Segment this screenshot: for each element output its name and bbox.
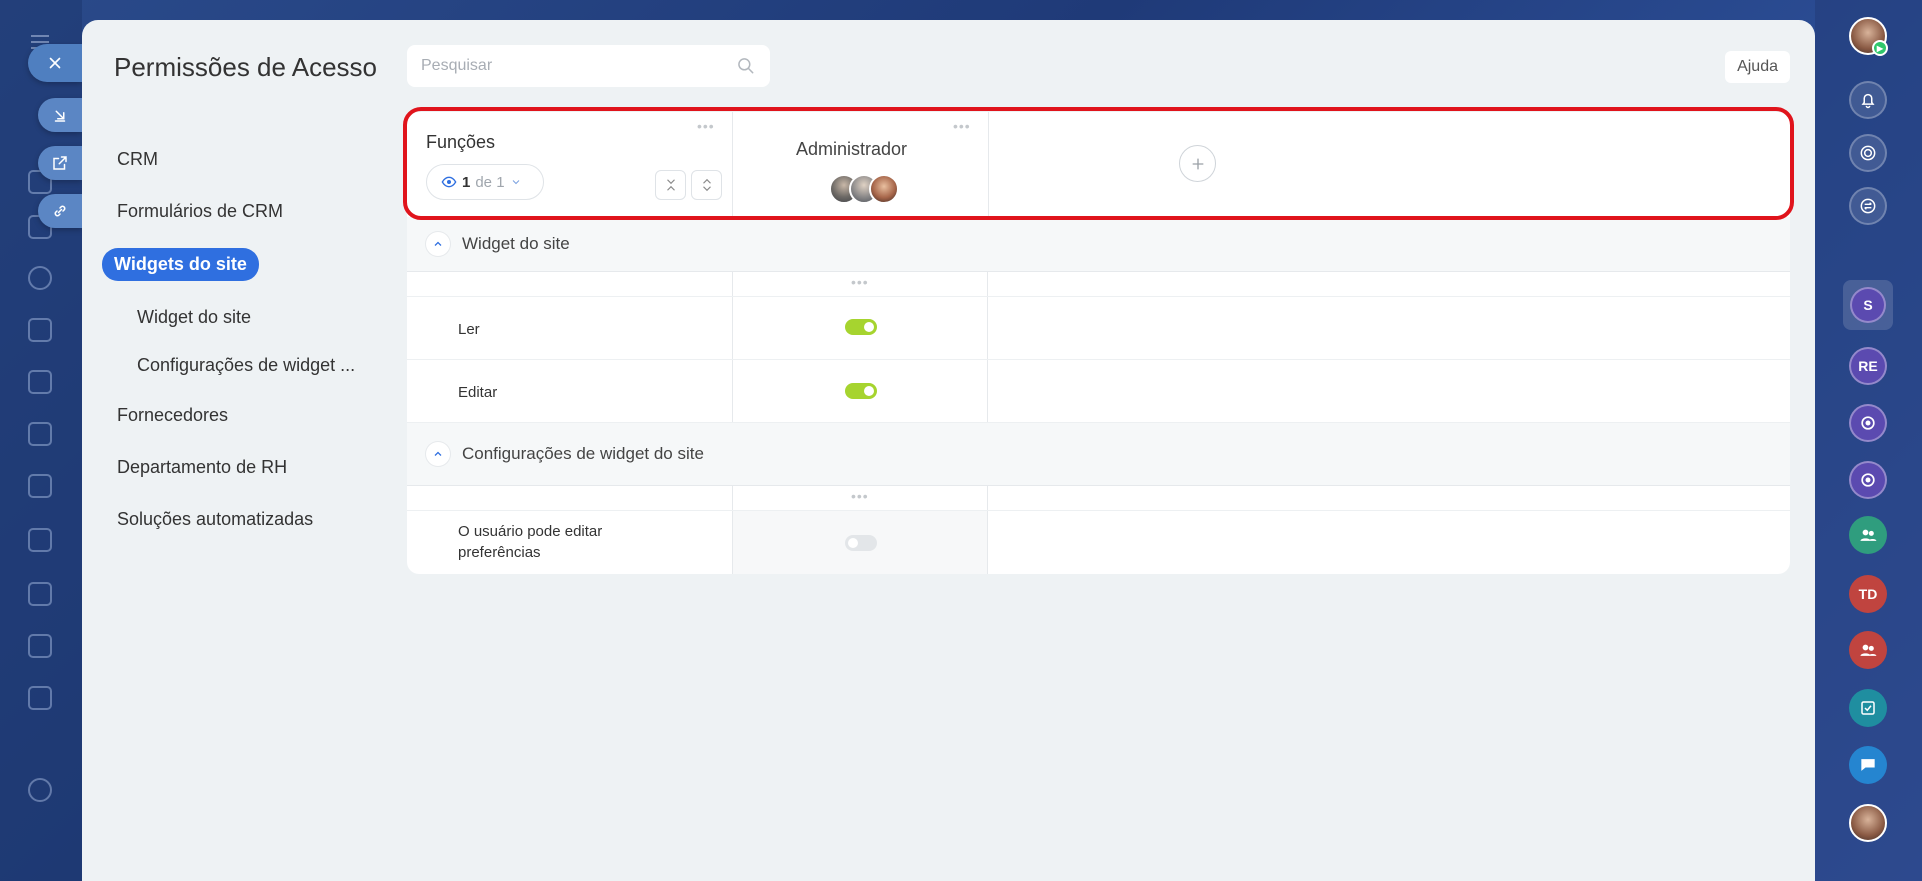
roles-visible-selector[interactable]: 1 de 1 xyxy=(426,164,544,200)
column-divider xyxy=(732,112,733,217)
plus-icon xyxy=(1192,158,1203,169)
chevron-up-icon[interactable] xyxy=(426,232,450,256)
avatar xyxy=(869,174,899,204)
visible-roles-count: 1 xyxy=(462,173,471,191)
chat-item-re[interactable]: RE xyxy=(1849,347,1887,385)
section-title: Configurações de widget do site xyxy=(462,444,704,463)
chat-icon[interactable] xyxy=(1849,746,1887,784)
role-menu-dots[interactable]: ••• xyxy=(953,118,971,134)
nav-item-automated-solutions[interactable]: Soluções automatizadas xyxy=(117,509,313,530)
permission-value-cell xyxy=(732,360,988,422)
help-button[interactable]: Ajuda xyxy=(1725,51,1790,83)
column-divider xyxy=(988,112,989,217)
section-title: Widget do site xyxy=(462,234,570,253)
online-status-icon: ▶ xyxy=(1872,40,1888,56)
roles-header-row: Funções ••• 1 de 1 Administrador ••• xyxy=(407,112,1790,217)
collapse-all-button[interactable] xyxy=(655,170,686,200)
section-row[interactable]: Configurações de widget do site xyxy=(407,423,1790,486)
minimize-slider-button[interactable] xyxy=(38,98,82,132)
robot-icon[interactable] xyxy=(28,474,52,498)
access-permissions-panel: Permissões de Acesso Ajuda CRM Formulári… xyxy=(82,20,1815,881)
nav-subitem-site-widget[interactable]: Widget do site xyxy=(137,307,251,328)
search-icon[interactable] xyxy=(736,56,756,76)
user-avatar[interactable]: ▶ xyxy=(1849,17,1888,56)
tasks-icon[interactable] xyxy=(1849,689,1887,727)
permission-label: O usuário pode editar preferências xyxy=(458,523,603,561)
chart-icon[interactable] xyxy=(28,422,52,446)
section-row[interactable]: Widget do site xyxy=(407,217,1790,272)
cart-icon[interactable] xyxy=(28,318,52,342)
sign-icon[interactable] xyxy=(28,634,52,658)
chat-initials: S xyxy=(1850,287,1886,323)
copy-link-button[interactable] xyxy=(38,194,82,228)
eye-icon xyxy=(441,176,457,188)
box-icon[interactable] xyxy=(28,528,52,552)
chat-initials: TD xyxy=(1858,586,1878,602)
store-icon[interactable] xyxy=(28,582,52,606)
nav-item-site-widgets[interactable]: Widgets do site xyxy=(102,248,259,281)
right-sidebar: ▶ S RE TD xyxy=(1815,0,1922,881)
table-row: O usuário pode editar preferências xyxy=(407,511,1790,574)
role-name-administrator[interactable]: Administrador xyxy=(796,139,907,160)
add-role-button[interactable] xyxy=(1179,145,1216,182)
permission-toggle[interactable] xyxy=(845,535,877,551)
role-members-avatars[interactable] xyxy=(829,174,899,204)
permission-cell: Ler xyxy=(407,297,732,359)
roles-header-label: Funções xyxy=(426,132,496,152)
permission-toggle[interactable] xyxy=(845,319,877,335)
target-icon[interactable] xyxy=(28,266,52,290)
page-title: Permissões de Acesso xyxy=(114,52,378,82)
table-row: Ler xyxy=(407,297,1790,360)
column-cell: ••• xyxy=(732,272,988,296)
column-cell: ••• xyxy=(732,486,988,510)
permission-label: Editar xyxy=(458,384,498,401)
close-slider-button[interactable] xyxy=(28,44,82,82)
column-menu-row: ••• xyxy=(407,272,1790,297)
permission-toggle[interactable] xyxy=(845,383,877,399)
expand-icon xyxy=(702,178,711,192)
target-icon[interactable] xyxy=(1849,134,1887,172)
left-app-bar xyxy=(0,0,82,881)
expand-all-button[interactable] xyxy=(691,170,722,200)
copilot-icon[interactable] xyxy=(1849,461,1887,499)
chat-item-s[interactable]: S xyxy=(1843,280,1893,330)
permission-value-cell xyxy=(732,511,988,574)
group-icon[interactable] xyxy=(1849,631,1887,669)
nav-item-crm-forms[interactable]: Formulários de CRM xyxy=(117,201,283,222)
nav-item-suppliers[interactable]: Fornecedores xyxy=(117,405,228,426)
permission-cell: O usuário pode editar preferências xyxy=(407,511,732,574)
swap-chat-icon[interactable] xyxy=(1849,187,1887,225)
collapse-icon xyxy=(666,179,675,191)
permission-label: Ler xyxy=(458,321,480,338)
visible-roles-total: de 1 xyxy=(475,173,505,191)
roles-menu-dots[interactable]: ••• xyxy=(697,118,715,134)
table-row: Editar xyxy=(407,360,1790,423)
open-new-window-button[interactable] xyxy=(38,146,82,180)
copilot-icon[interactable] xyxy=(1849,404,1887,442)
chevron-up-icon[interactable] xyxy=(426,442,450,466)
chat-item-td[interactable]: TD xyxy=(1849,575,1887,613)
permission-cell: Editar xyxy=(407,360,732,422)
column-menu-dots[interactable]: ••• xyxy=(851,274,869,290)
permissions-grid: Funções ••• 1 de 1 Administrador ••• Wid… xyxy=(403,107,1794,580)
permission-value-cell xyxy=(732,297,988,359)
search-input[interactable] xyxy=(421,57,736,75)
search-box[interactable] xyxy=(407,45,770,87)
settings-icon[interactable] xyxy=(28,778,52,802)
nav-item-crm[interactable]: CRM xyxy=(117,149,158,170)
column-menu-row: ••• xyxy=(407,486,1790,511)
group-icon[interactable] xyxy=(1849,516,1887,554)
bell-icon[interactable] xyxy=(1849,81,1887,119)
nav-item-hr-department[interactable]: Departamento de RH xyxy=(117,457,287,478)
nav-subitem-widget-settings[interactable]: Configurações de widget ... xyxy=(137,355,355,376)
column-menu-dots[interactable]: ••• xyxy=(851,488,869,504)
chevron-down-icon xyxy=(512,180,519,185)
doc-icon[interactable] xyxy=(28,686,52,710)
card-icon[interactable] xyxy=(28,370,52,394)
chat-initials: RE xyxy=(1858,358,1878,374)
user-avatar[interactable] xyxy=(1849,804,1887,842)
